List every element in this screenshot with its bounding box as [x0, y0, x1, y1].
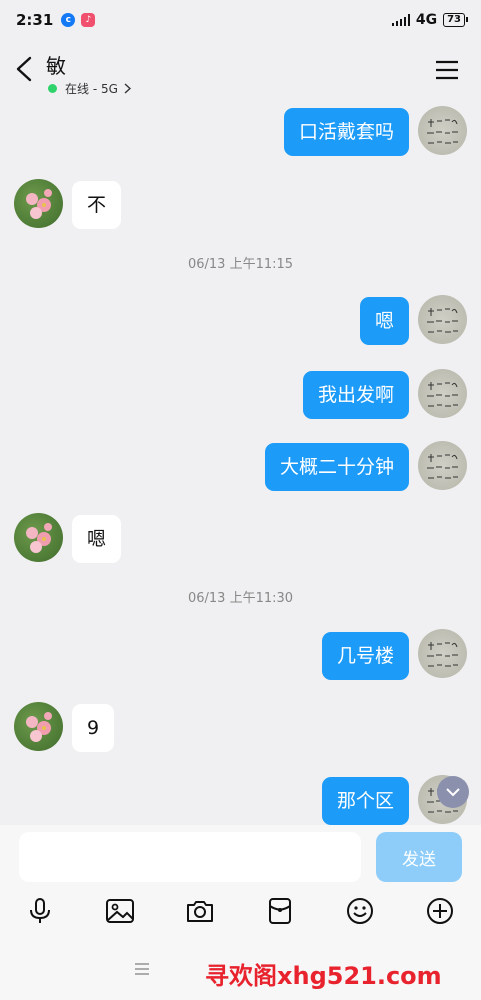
back-icon[interactable] — [14, 56, 36, 82]
chevron-down-icon — [446, 788, 460, 797]
outgoing-message-bubble[interactable]: 几号楼 — [321, 632, 409, 680]
battery-level: 73 — [447, 14, 461, 25]
status-time: 2:31 — [16, 11, 54, 29]
incoming-message-bubble[interactable]: 不 — [72, 181, 122, 229]
outgoing-message-bubble[interactable]: 嗯 — [359, 297, 409, 345]
my-avatar[interactable] — [418, 295, 467, 344]
contact-avatar[interactable] — [14, 513, 63, 562]
my-avatar[interactable] — [418, 106, 467, 155]
my-avatar[interactable] — [418, 441, 467, 490]
composer-toolbar — [0, 895, 481, 927]
notification-app-icon: c — [61, 13, 76, 27]
incoming-message-bubble[interactable]: 嗯 — [72, 515, 122, 563]
battery-icon: 73 — [443, 13, 468, 27]
tiktok-icon: ♪ — [81, 13, 96, 27]
contact-status[interactable]: 在线 - 5G — [48, 80, 131, 97]
scroll-to-bottom-button[interactable] — [437, 776, 469, 808]
message-timestamp: 06/13 上午11:30 — [187, 591, 294, 606]
watermark: 寻欢阁xhg521.com — [205, 962, 442, 990]
incoming-message-bubble[interactable]: 9 — [72, 704, 115, 752]
presence-text: 在线 - 5G — [65, 82, 118, 96]
composer: 发送 — [0, 825, 481, 942]
plus-icon[interactable] — [424, 895, 456, 927]
microphone-icon[interactable] — [24, 895, 56, 927]
contact-avatar[interactable] — [14, 702, 63, 751]
message-input[interactable] — [19, 832, 361, 882]
message-list[interactable]: 口活戴套吗 不 06/13 上午11:15 嗯 我出发啊 大概二十分钟 嗯 06… — [0, 100, 481, 825]
chevron-right-icon — [124, 83, 131, 94]
network-type: 4G — [415, 12, 438, 28]
system-nav-bar: 寻欢阁xhg521.com — [0, 942, 481, 1000]
emoji-icon[interactable] — [344, 895, 376, 927]
contact-name[interactable]: 敏 — [46, 50, 66, 79]
contact-avatar[interactable] — [14, 179, 63, 228]
chat-header: 敏 在线 - 5G — [0, 40, 481, 100]
send-button[interactable]: 发送 — [376, 832, 462, 882]
outgoing-message-bubble[interactable]: 大概二十分钟 — [264, 443, 409, 491]
outgoing-message-bubble[interactable]: 那个区 — [321, 777, 409, 825]
my-avatar[interactable] — [418, 629, 467, 678]
message-timestamp: 06/13 上午11:15 — [187, 257, 294, 272]
nav-menu-icon[interactable] — [134, 962, 150, 976]
online-indicator-icon — [48, 84, 57, 93]
outgoing-message-bubble[interactable]: 我出发啊 — [302, 371, 409, 419]
my-avatar[interactable] — [418, 369, 467, 418]
red-packet-icon[interactable] — [264, 895, 296, 927]
menu-icon[interactable] — [435, 60, 459, 80]
image-icon[interactable] — [104, 895, 136, 927]
camera-icon[interactable] — [184, 895, 216, 927]
outgoing-message-bubble[interactable]: 口活戴套吗 — [283, 108, 409, 156]
signal-icon — [391, 14, 410, 26]
status-bar: 2:31 c ♪ 4G 73 — [0, 0, 481, 40]
